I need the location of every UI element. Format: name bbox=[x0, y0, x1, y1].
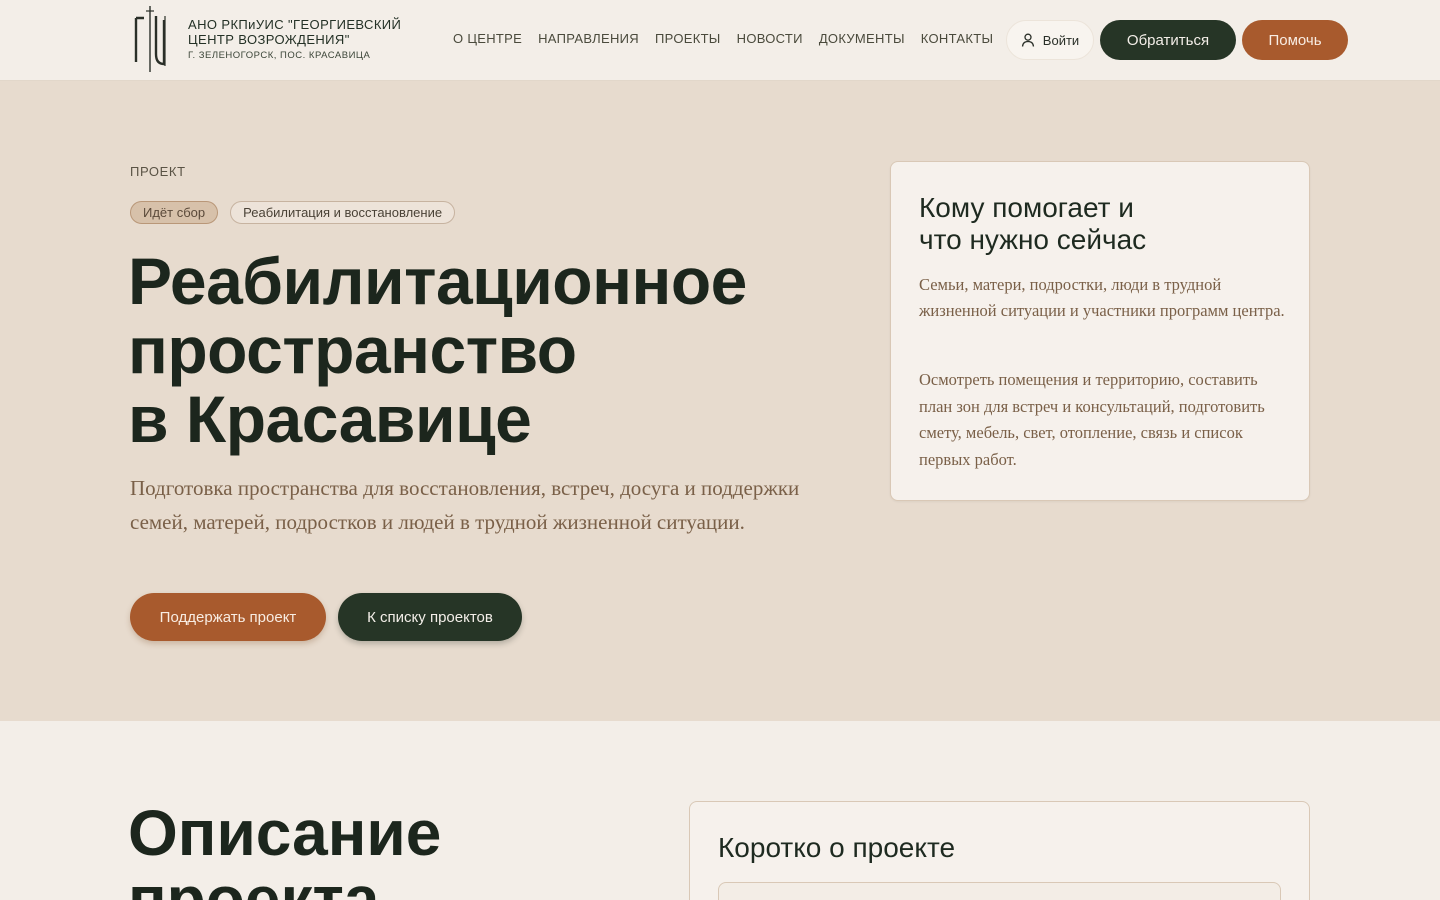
help-button[interactable]: Помочь bbox=[1242, 20, 1348, 60]
description-title-line1: Описание bbox=[128, 797, 442, 869]
support-project-button[interactable]: Поддержать проект bbox=[130, 593, 326, 641]
center-logo-icon[interactable] bbox=[132, 6, 172, 72]
nav-projects[interactable]: ПРОЕКТЫ bbox=[655, 31, 721, 46]
help-card-title-line2: что нужно сейчас bbox=[919, 224, 1147, 255]
help-card-title-line1: Кому помогает и bbox=[919, 192, 1134, 223]
contact-button[interactable]: Обратиться bbox=[1100, 20, 1236, 60]
section-eyebrow: ПРОЕКТ bbox=[130, 164, 186, 179]
nav-contacts[interactable]: КОНТАКТЫ bbox=[921, 31, 994, 46]
org-name-line1: АНО РКПиУИС "ГЕОРГИЕВСКИЙ bbox=[188, 17, 402, 32]
brief-title: Коротко о проекте bbox=[718, 832, 956, 863]
description-title-line2: проекта bbox=[128, 863, 380, 900]
user-icon bbox=[1021, 33, 1034, 47]
current-needs-text: Осмотреть помещения и территорию, состав… bbox=[919, 370, 1265, 469]
nav-news[interactable]: НОВОСТИ bbox=[737, 31, 803, 46]
page-title: Реабилитационное пространство в Красавиц… bbox=[128, 247, 747, 454]
description-title: Описание проекта bbox=[128, 800, 441, 900]
projects-list-button[interactable]: К списку проектов bbox=[338, 593, 522, 641]
project-tags: Идёт сбор Реабилитация и восстановление bbox=[130, 201, 456, 224]
help-card-title: Кому помогает и что нужно сейчас bbox=[919, 192, 1146, 256]
nav-about[interactable]: О ЦЕНТРЕ bbox=[453, 31, 522, 46]
login-button[interactable]: Войти bbox=[1006, 20, 1094, 60]
brief-content-box bbox=[718, 882, 1281, 900]
nav-documents[interactable]: ДОКУМЕНТЫ bbox=[819, 31, 905, 46]
site-header: АНО РКПиУИС "ГЕОРГИЕВСКИЙ ЦЕНТР ВОЗРОЖДЕ… bbox=[0, 0, 1440, 81]
org-name-line2: ЦЕНТР ВОЗРОЖДЕНИЯ" bbox=[188, 32, 350, 47]
project-brief-card: Коротко о проекте bbox=[689, 801, 1310, 900]
org-location: Г. ЗЕЛЕНОГОРСК, ПОС. КРАСАВИЦА bbox=[188, 50, 371, 61]
page-title-line1: Реабилитационное bbox=[128, 244, 747, 318]
status-badge: Идёт сбор bbox=[130, 201, 219, 224]
login-label: Войти bbox=[1042, 32, 1080, 48]
project-lead: Подготовка пространства для восстановлен… bbox=[130, 476, 800, 534]
page-title-line3: в Красавице bbox=[128, 382, 532, 456]
page-title-line2: пространство bbox=[128, 313, 577, 387]
main-nav: О ЦЕНТРЕ НАПРАВЛЕНИЯ ПРОЕКТЫ НОВОСТИ ДОК… bbox=[453, 31, 993, 46]
help-info-card: Кому помогает и что нужно сейчас Семьи, … bbox=[890, 161, 1310, 501]
category-badge[interactable]: Реабилитация и восстановление bbox=[230, 201, 456, 224]
org-name-block[interactable]: АНО РКПиУИС "ГЕОРГИЕВСКИЙ ЦЕНТР ВОЗРОЖДЕ… bbox=[188, 17, 401, 61]
beneficiaries-text: Семьи, матери, подростки, люди в трудной… bbox=[919, 275, 1285, 320]
hero-section: ПРОЕКТ Идёт сбор Реабилитация и восстано… bbox=[0, 81, 1440, 721]
nav-directions[interactable]: НАПРАВЛЕНИЯ bbox=[538, 31, 639, 46]
